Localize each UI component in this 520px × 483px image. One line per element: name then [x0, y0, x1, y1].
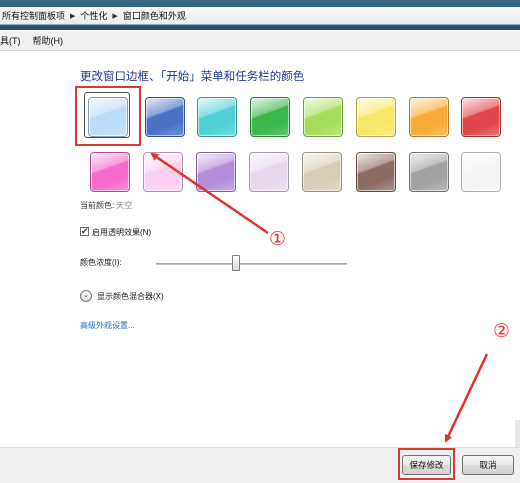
annotation-arrows: [150, 152, 489, 443]
annotation-number-2: ②: [493, 320, 511, 342]
annotation-arrow-2: [444, 353, 489, 443]
annotation-arrow-1: [150, 152, 269, 235]
annotation-number-1: ①: [269, 228, 287, 250]
